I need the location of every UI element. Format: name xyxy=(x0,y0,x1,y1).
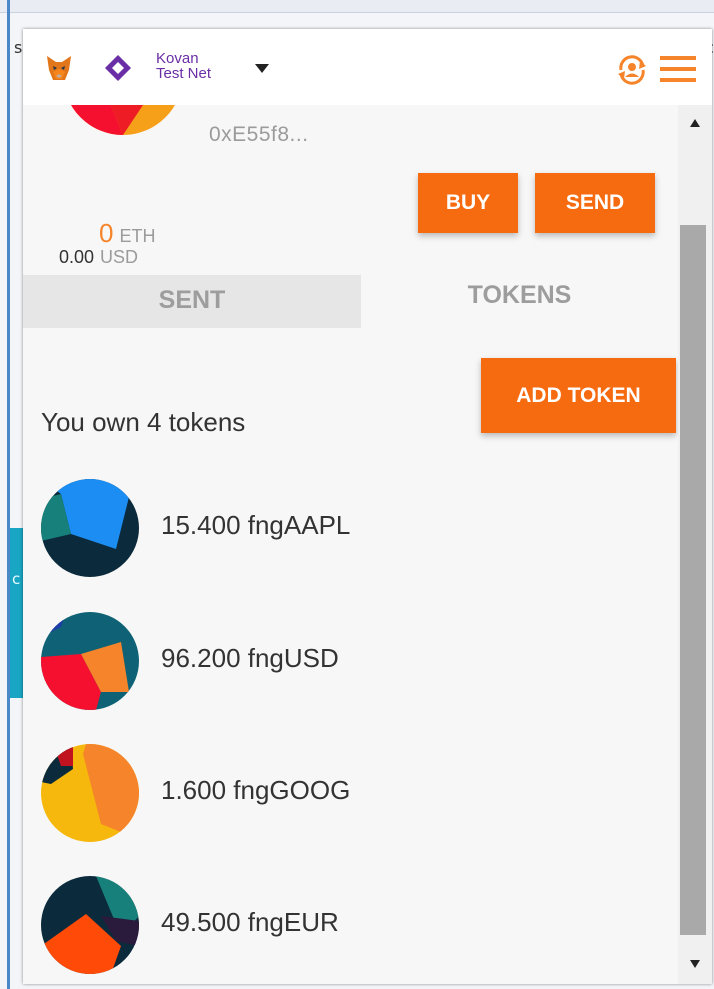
token-list-item[interactable]: 96.200 fngUSD xyxy=(41,612,661,712)
token-balance: 96.200 fngUSD xyxy=(161,643,339,673)
usd-unit: USD xyxy=(100,247,139,267)
eth-unit: ETH xyxy=(119,226,156,246)
send-button[interactable]: SEND xyxy=(535,173,655,233)
buy-button[interactable]: BUY xyxy=(418,173,518,233)
eth-amount: 0 xyxy=(99,218,114,248)
add-token-button[interactable]: ADD TOKEN xyxy=(481,358,676,433)
scroll-down-arrow-icon[interactable] xyxy=(690,960,700,968)
account-detail: 0xE55f8... 0 ETH 0.00 USD BUY SEND SENT TO… xyxy=(23,29,678,984)
tab-tokens[interactable]: TOKENS xyxy=(361,275,678,328)
metamask-popup: Kovan Test Net 0xE55f8... 0 ETH 0.00 USD… xyxy=(23,29,712,984)
token-identicon xyxy=(41,612,139,710)
network-name-line1: Kovan xyxy=(156,50,199,67)
app-header: Kovan Test Net xyxy=(23,29,712,105)
usd-balance: 0.00 USD xyxy=(59,247,138,268)
background-text-fragment: c xyxy=(12,570,21,588)
background-page-element xyxy=(10,528,23,698)
browser-toolbar-edge xyxy=(0,0,714,13)
account-address[interactable]: 0xE55f8... xyxy=(209,123,309,147)
token-list-item[interactable]: 1.600 fngGOOG xyxy=(41,744,661,844)
token-identicon xyxy=(41,479,139,577)
network-name[interactable]: Kovan Test Net xyxy=(156,51,211,81)
browser-window-border xyxy=(7,0,10,989)
hamburger-menu-icon[interactable] xyxy=(660,56,696,82)
tab-bar: SENT TOKENS xyxy=(23,271,678,328)
owned-tokens-count: You own 4 tokens xyxy=(41,407,246,437)
network-diamond-icon[interactable] xyxy=(103,53,133,83)
scroll-up-arrow-icon[interactable] xyxy=(690,119,700,127)
caret-down-icon[interactable] xyxy=(255,64,269,74)
token-list-item[interactable]: 49.500 fngEUR xyxy=(41,876,661,976)
token-identicon xyxy=(41,744,139,842)
token-list-item[interactable]: 15.400 fngAAPL xyxy=(41,479,661,579)
token-identicon xyxy=(41,876,139,974)
token-balance: 15.400 fngAAPL xyxy=(161,510,351,540)
background-text-fragment: s xyxy=(14,38,23,57)
tab-sent[interactable]: SENT xyxy=(23,275,361,328)
eth-balance: 0 ETH xyxy=(99,220,155,247)
usd-amount: 0.00 xyxy=(59,247,95,267)
token-balance: 49.500 fngEUR xyxy=(161,907,339,937)
metamask-fox-icon[interactable] xyxy=(43,52,75,84)
account-switch-icon[interactable] xyxy=(613,51,651,89)
scrollbar[interactable] xyxy=(678,105,712,984)
token-balance: 1.600 fngGOOG xyxy=(161,775,351,805)
network-name-line2: Test Net xyxy=(156,65,212,82)
scrollbar-thumb[interactable] xyxy=(680,225,706,935)
